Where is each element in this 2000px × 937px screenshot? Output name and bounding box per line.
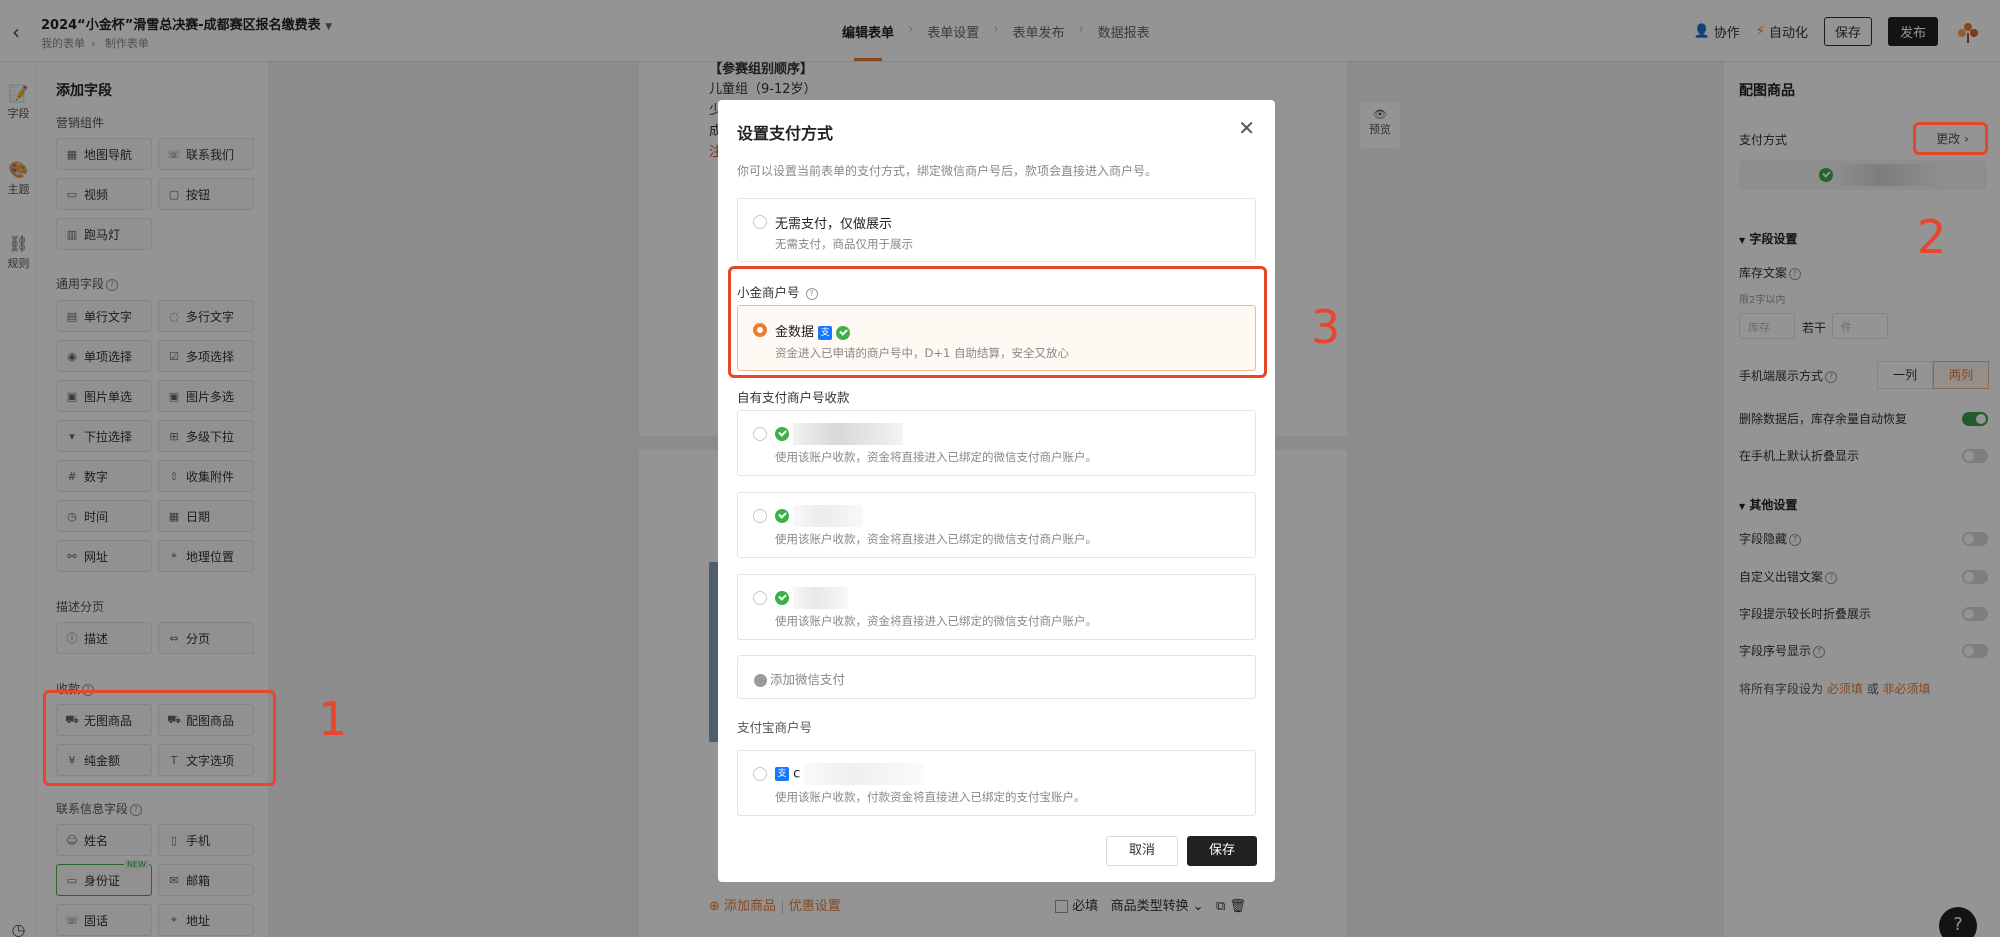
annotation-number-1: 1 [318,692,348,746]
dialog-cancel-button[interactable]: 取消 [1106,836,1178,866]
add-wechat-pay-button[interactable]: 添加微信支付 [737,655,1256,699]
blurred-merchant-name [804,763,925,785]
option-wechat-account-3[interactable]: 使用该账户收款，资金将直接进入已绑定的微信支付商户账户。 [737,574,1256,640]
radio-alipay[interactable] [753,767,767,781]
blurred-merchant-name [793,587,849,609]
radio-wechat-2[interactable] [753,509,767,523]
payment-method-dialog: 设置支付方式 ✕ 你可以设置当前表单的支付方式，绑定微信商户号后，款项会直接进入… [718,100,1275,882]
dialog-save-button[interactable]: 保存 [1187,836,1257,866]
wechat-pay-icon [775,509,789,523]
option-no-payment[interactable]: 无需支付，仅做展示 无需支付，商品仅用于展示 [737,198,1256,262]
annotation-number-3: 3 [1311,300,1341,354]
alipay-merchant-label: 支付宝商户号 [737,720,813,735]
wechat-pay-icon [775,427,789,441]
blurred-merchant-name [793,505,864,527]
option-alipay-account[interactable]: 支 c 使用该账户收款，付款资金将直接进入已绑定的支付宝账户。 [737,750,1256,816]
option-wechat-account-2[interactable]: 使用该账户收款，资金将直接进入已绑定的微信支付商户账户。 [737,492,1256,558]
alipay-icon: 支 [775,767,789,781]
blurred-merchant-name [793,423,904,445]
annotation-box-xiaojin [728,266,1267,378]
dialog-description: 你可以设置当前表单的支付方式，绑定微信商户号后，款项会直接进入商户号。 [737,164,1158,178]
wechat-pay-icon [775,591,789,605]
annotation-box-payment-fields [43,690,276,786]
own-merchant-label: 自有支付商户号收款 [737,390,850,405]
radio-no-payment[interactable] [753,215,767,229]
radio-wechat-3[interactable] [753,591,767,605]
wechat-pay-icon [754,674,767,687]
close-icon[interactable]: ✕ [1238,116,1255,140]
annotation-number-2: 2 [1917,210,1947,264]
annotation-box-change [1913,122,1988,155]
radio-wechat-1[interactable] [753,427,767,441]
option-wechat-account-1[interactable]: 使用该账户收款，资金将直接进入已绑定的微信支付商户账户。 [737,410,1256,476]
dialog-title: 设置支付方式 [737,124,834,143]
